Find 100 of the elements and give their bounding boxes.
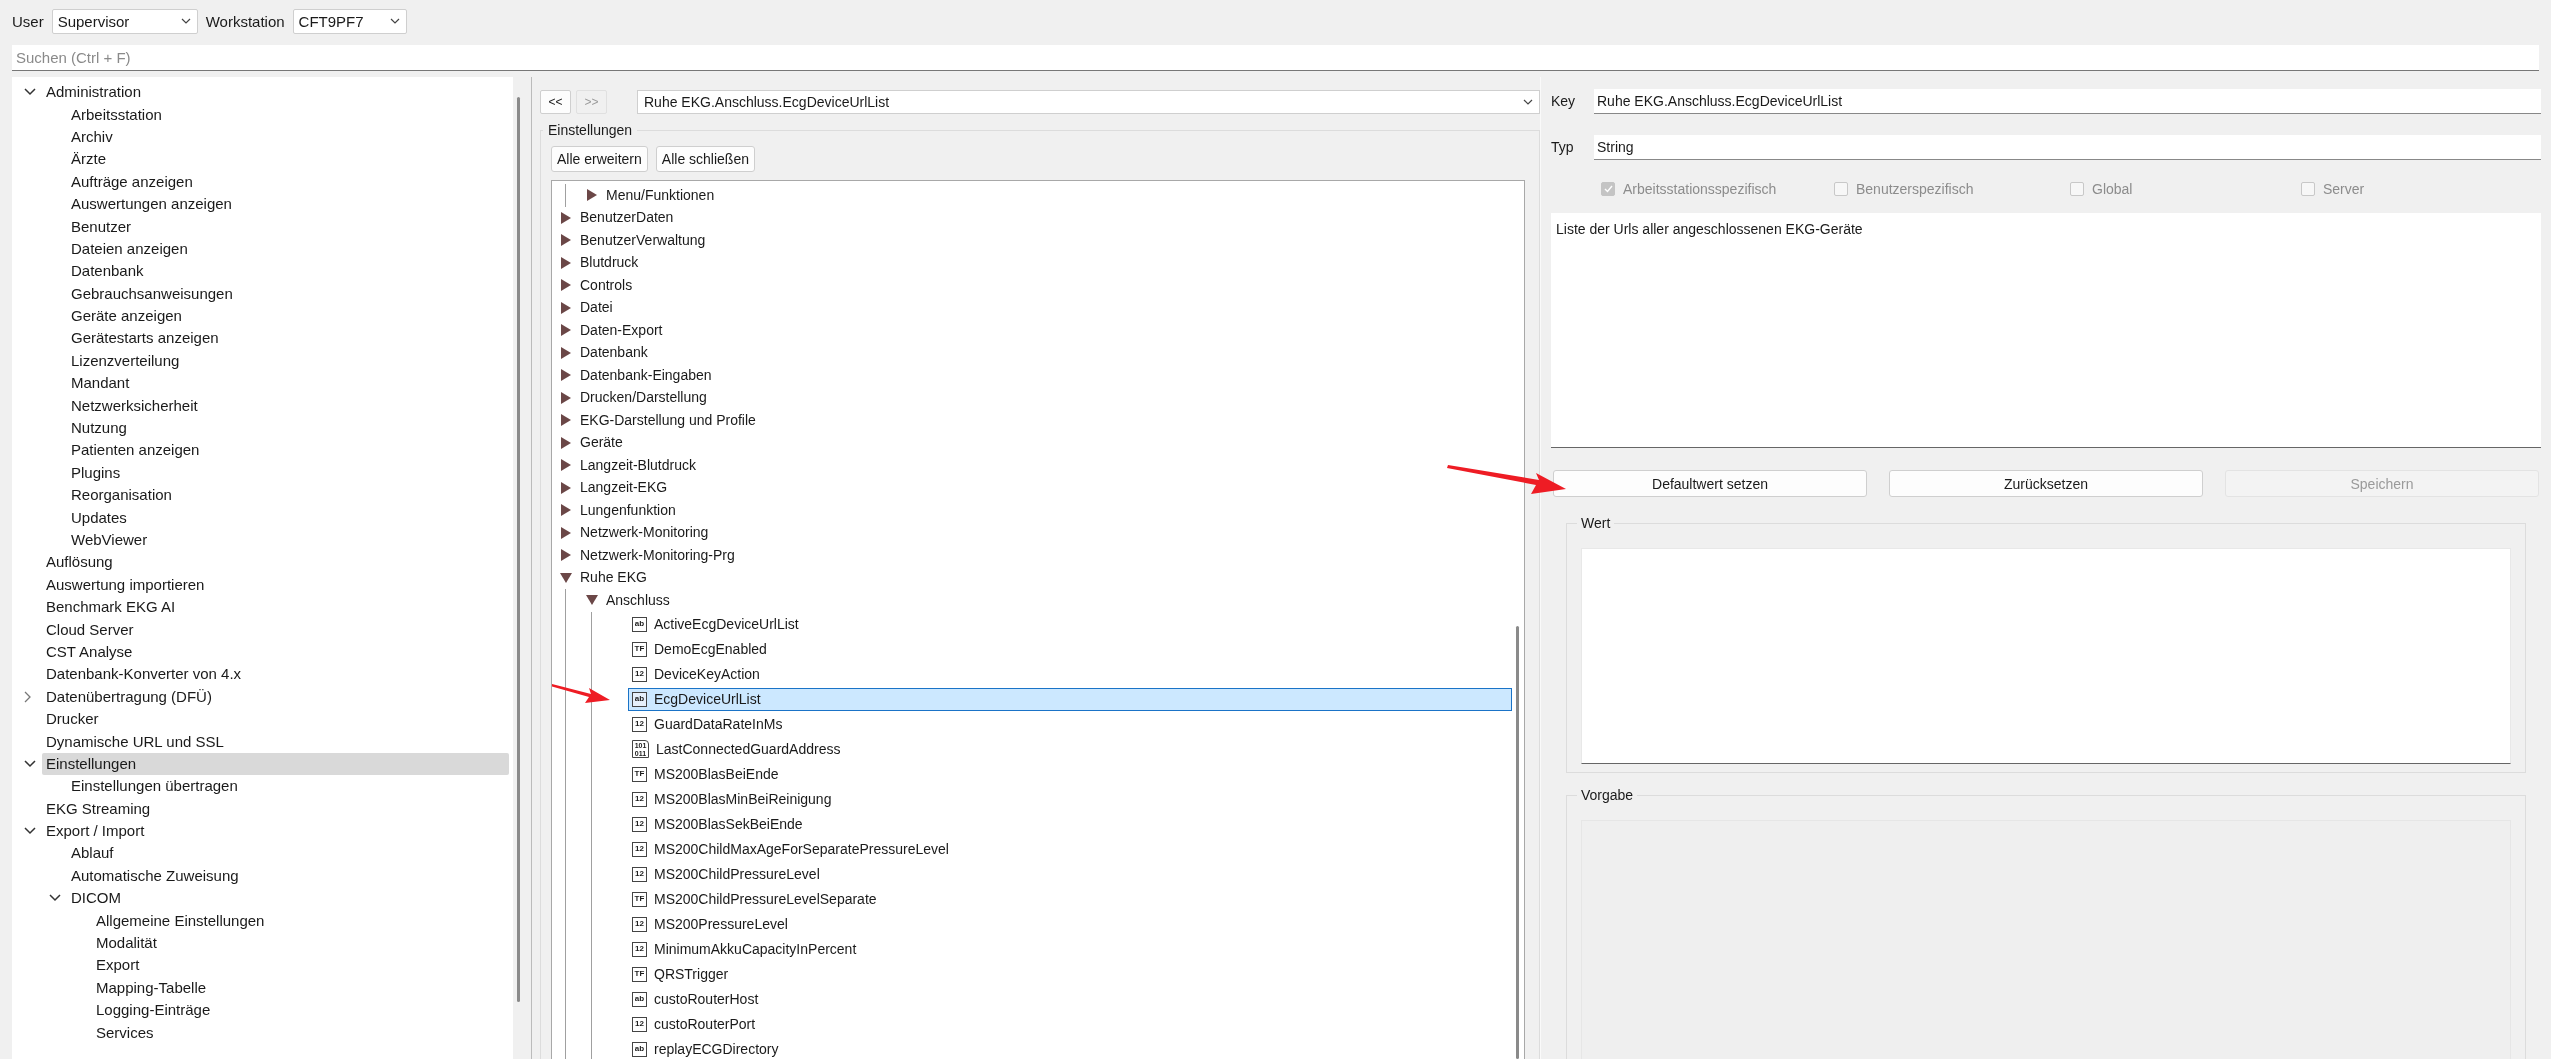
expander-icon[interactable] bbox=[561, 211, 571, 224]
nav-item[interactable]: Archiv bbox=[67, 125, 509, 148]
expander-icon[interactable] bbox=[561, 346, 571, 359]
nav-item[interactable]: Logging-Einträge bbox=[92, 999, 509, 1022]
nav-item[interactable]: Mapping-Tabelle bbox=[92, 976, 509, 999]
nav-item[interactable]: Modalität bbox=[92, 932, 509, 955]
tree-item[interactable]: TF DemoEcgEnabled bbox=[628, 637, 1512, 661]
text-field[interactable]: String bbox=[1594, 134, 2541, 160]
expander-icon[interactable] bbox=[561, 414, 571, 427]
nav-item[interactable]: CST Analyse bbox=[42, 640, 509, 663]
tree-item[interactable]: Datei bbox=[576, 296, 618, 320]
search-field[interactable]: Suchen (Ctrl + F) bbox=[12, 45, 2539, 71]
expander-icon[interactable] bbox=[561, 391, 571, 404]
nav-item[interactable]: Datenbank-Konverter von 4.x bbox=[42, 663, 509, 686]
tree-item[interactable]: 12 MS200BlasSekBeiEnde bbox=[628, 812, 1512, 836]
chevron-down-icon[interactable] bbox=[24, 759, 36, 768]
nav-item[interactable]: Arbeitsstation bbox=[67, 103, 509, 126]
nav-item[interactable]: Gebrauchsanweisungen bbox=[67, 282, 509, 305]
expander-icon[interactable] bbox=[586, 595, 598, 606]
nav-item[interactable]: Nutzung bbox=[67, 417, 509, 440]
tree-item[interactable]: Langzeit-EKG bbox=[576, 476, 673, 500]
value-field[interactable] bbox=[1581, 548, 2511, 764]
expander-icon[interactable] bbox=[560, 572, 572, 583]
expander-icon[interactable] bbox=[561, 504, 571, 517]
tree-item[interactable]: 12 MinimumAkkuCapacityInPercent bbox=[628, 937, 1512, 961]
tree-item[interactable]: EKG-Darstellung und Profile bbox=[576, 408, 761, 432]
tree-item[interactable]: TF QRSTrigger bbox=[628, 962, 1512, 986]
nav-item[interactable]: Updates bbox=[67, 506, 509, 529]
tree-item[interactable]: Netzwerk-Monitoring bbox=[576, 521, 714, 545]
nav-item[interactable]: Ablauf bbox=[67, 842, 509, 865]
tree-item[interactable]: Geräte bbox=[576, 431, 628, 455]
nav-item[interactable]: Patienten anzeigen bbox=[67, 439, 509, 462]
tree-item[interactable]: TF MS200BlasBeiEnde bbox=[628, 762, 1512, 786]
tree-item[interactable]: BenutzerDaten bbox=[576, 206, 679, 230]
tree-item[interactable]: 12 GuardDataRateInMs bbox=[628, 712, 1512, 736]
tree-item[interactable]: Daten-Export bbox=[576, 318, 668, 342]
tree-item[interactable]: 12 custoRouterPort bbox=[628, 1012, 1512, 1036]
expander-icon[interactable] bbox=[561, 526, 571, 539]
tree-item[interactable]: 12 DeviceKeyAction bbox=[628, 662, 1512, 686]
nav-item[interactable]: Datenbank bbox=[67, 260, 509, 283]
nav-item[interactable]: Export / Import bbox=[42, 820, 509, 843]
nav-item[interactable]: Einstellungen bbox=[42, 752, 509, 775]
tree-item[interactable]: Blutdruck bbox=[576, 251, 644, 275]
back-button[interactable]: << bbox=[540, 89, 571, 114]
nav-item[interactable]: Datenübertragung (DFÜ) bbox=[42, 685, 509, 708]
chevron-right-icon[interactable] bbox=[24, 690, 32, 703]
nav-item[interactable]: WebViewer bbox=[67, 529, 509, 551]
nav-item[interactable]: Administration bbox=[42, 81, 509, 104]
tree-item[interactable]: 12 MS200ChildMaxAgeForSeparatePressureLevel bbox=[628, 837, 1512, 861]
tree-item[interactable]: 12 MS200ChildPressureLevel bbox=[628, 862, 1512, 886]
scrollbar-thumb[interactable] bbox=[1516, 626, 1519, 1059]
nav-item[interactable]: Benchmark EKG AI bbox=[42, 596, 509, 619]
nav-item[interactable]: Benutzer bbox=[67, 215, 509, 238]
tree-item[interactable]: Datenbank bbox=[576, 341, 653, 365]
nav-item[interactable]: Netzwerksicherheit bbox=[67, 394, 509, 417]
nav-item[interactable]: Plugins bbox=[67, 461, 509, 484]
nav-item[interactable]: Einstellungen übertragen bbox=[67, 775, 509, 798]
expander-icon[interactable] bbox=[561, 256, 571, 269]
tree-item[interactable]: Drucken/Darstellung bbox=[576, 386, 712, 410]
expander-icon[interactable] bbox=[561, 549, 571, 562]
nav-item[interactable]: Services bbox=[92, 1021, 509, 1044]
tree-item[interactable]: BenutzerVerwaltung bbox=[576, 228, 711, 252]
expander-icon[interactable] bbox=[561, 481, 571, 494]
tree-item[interactable]: Datenbank-Eingaben bbox=[576, 363, 717, 387]
text-field[interactable]: Ruhe EKG.Anschluss.EcgDeviceUrlList bbox=[1594, 88, 2541, 114]
tree-item[interactable]: TF MS200ChildPressureLevelSeparate bbox=[628, 887, 1512, 911]
tree-item[interactable]: Anschluss bbox=[602, 588, 675, 612]
path-dropdown[interactable]: Ruhe EKG.Anschluss.EcgDeviceUrlList bbox=[637, 89, 1540, 114]
nav-item[interactable]: EKG Streaming bbox=[42, 797, 509, 820]
nav-item[interactable]: Allgemeine Einstellungen bbox=[92, 909, 509, 932]
tree-item[interactable]: Lungenfunktion bbox=[576, 498, 681, 522]
tree-item[interactable]: 12 MS200BlasMinBeiReinigung bbox=[628, 787, 1512, 811]
nav-item[interactable]: Ärzte bbox=[67, 148, 509, 171]
action-button[interactable]: Alle erweitern bbox=[551, 146, 648, 172]
nav-item[interactable]: Mandant bbox=[67, 372, 509, 395]
nav-item[interactable]: Cloud Server bbox=[42, 618, 509, 641]
nav-item[interactable]: Dateien anzeigen bbox=[67, 237, 509, 260]
tree-item[interactable]: 12 MS200PressureLevel bbox=[628, 912, 1512, 936]
nav-item[interactable]: Auswertungen anzeigen bbox=[67, 193, 509, 216]
chevron-down-icon[interactable] bbox=[24, 88, 36, 97]
tree-item[interactable]: Controls bbox=[576, 273, 638, 297]
workstation-dropdown[interactable]: CFT9PF7 bbox=[292, 8, 407, 34]
nav-item[interactable]: Gerätestarts anzeigen bbox=[67, 327, 509, 350]
expander-icon[interactable] bbox=[561, 324, 571, 337]
tree-item[interactable]: ab replayECGDirectory bbox=[628, 1037, 1512, 1059]
chevron-down-icon[interactable] bbox=[49, 894, 61, 903]
nav-item[interactable]: Auflösung bbox=[42, 551, 509, 574]
nav-item[interactable]: Reorganisation bbox=[67, 484, 509, 507]
tree-item[interactable]: Langzeit-Blutdruck bbox=[576, 453, 701, 477]
nav-item[interactable]: Lizenzverteilung bbox=[67, 349, 509, 372]
expander-icon[interactable] bbox=[561, 369, 571, 382]
nav-item[interactable]: Geräte anzeigen bbox=[67, 305, 509, 328]
nav-item[interactable]: Dynamische URL und SSL bbox=[42, 730, 509, 753]
scrollbar-thumb[interactable] bbox=[517, 97, 520, 1002]
action-button[interactable]: Defaultwert setzen bbox=[1553, 470, 1867, 497]
tree-item[interactable]: Ruhe EKG bbox=[576, 566, 652, 590]
expander-icon[interactable] bbox=[561, 459, 571, 472]
tree-item[interactable]: ab ActiveEcgDeviceUrlList bbox=[628, 612, 1512, 636]
expander-icon[interactable] bbox=[561, 301, 571, 314]
nav-item[interactable]: Export bbox=[92, 954, 509, 977]
